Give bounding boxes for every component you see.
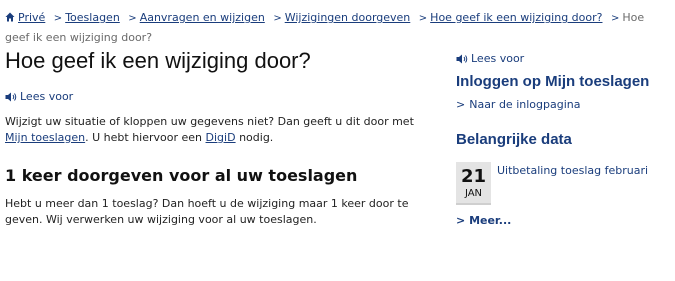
date-month: JAN <box>464 188 483 199</box>
breadcrumb: Privé > Toeslagen > Aanvragen en wijzigen … <box>5 8 667 47</box>
main-content: Hoe geef ik een wijziging door? Lees voo… <box>5 48 435 228</box>
chevron-right-icon: > <box>128 13 137 24</box>
date-item: 21 JAN Uitbetaling toeslag februari <box>456 162 671 205</box>
read-aloud-button[interactable]: Lees voor <box>5 90 435 106</box>
home-icon <box>5 9 15 28</box>
intro-text-part: . U hebt hiervoor een <box>85 131 206 144</box>
intro-text: Wijzigt uw situatie of kloppen uw gegeve… <box>5 114 435 146</box>
digid-link[interactable]: DigiD <box>206 131 236 144</box>
speaker-icon <box>456 54 468 68</box>
chevron-right-icon: > <box>456 214 466 227</box>
intro-text-part: Wijzigt uw situatie of kloppen uw gegeve… <box>5 115 414 128</box>
breadcrumb-item-prive[interactable]: Privé <box>18 11 45 24</box>
breadcrumb-item-aanvragen[interactable]: Aanvragen en wijzigen <box>140 11 265 24</box>
read-aloud-label: Lees voor <box>20 90 74 103</box>
more-dates-link[interactable]: > Meer... <box>456 214 671 227</box>
mijn-toeslagen-link[interactable]: Mijn toeslagen <box>5 131 85 144</box>
breadcrumb-item-toeslagen[interactable]: Toeslagen <box>65 11 120 24</box>
login-page-link[interactable]: > Naar de inlogpagina <box>456 98 671 112</box>
payout-event-link[interactable]: Uitbetaling toeslag februari <box>497 164 648 178</box>
login-page-link-label: Naar de inlogpagina <box>469 98 581 111</box>
sidebar-read-aloud-button[interactable]: Lees voor <box>456 52 671 68</box>
sidebar: Lees voor Inloggen op Mijn toeslagen > Na… <box>456 52 671 227</box>
section-heading: 1 keer doorgeven voor al uw toeslagen <box>5 166 358 185</box>
breadcrumb-item-hoe-geef[interactable]: Hoe geef ik een wijziging door? <box>430 11 602 24</box>
section-text: Hebt u meer dan 1 toeslag? Dan hoeft u d… <box>5 197 409 226</box>
chevron-right-icon: > <box>456 98 466 111</box>
important-dates-heading: Belangrijke data <box>456 131 572 148</box>
chevron-right-icon: > <box>53 13 63 24</box>
date-badge: 21 JAN <box>456 162 491 205</box>
breadcrumb-item-wijzigingen[interactable]: Wijzigingen doorgeven <box>285 11 411 24</box>
chevron-right-icon: > <box>610 13 620 24</box>
speaker-icon <box>5 92 17 106</box>
chevron-right-icon: > <box>418 13 428 24</box>
chevron-right-icon: > <box>273 13 282 24</box>
more-dates-label: Meer... <box>469 214 512 227</box>
intro-text-part: nodig. <box>235 131 274 144</box>
read-aloud-label: Lees voor <box>471 52 525 65</box>
date-day: 21 <box>460 166 487 187</box>
login-heading: Inloggen op Mijn toeslagen <box>456 73 650 90</box>
page-title: Hoe geef ik een wijziging door? <box>5 48 311 73</box>
